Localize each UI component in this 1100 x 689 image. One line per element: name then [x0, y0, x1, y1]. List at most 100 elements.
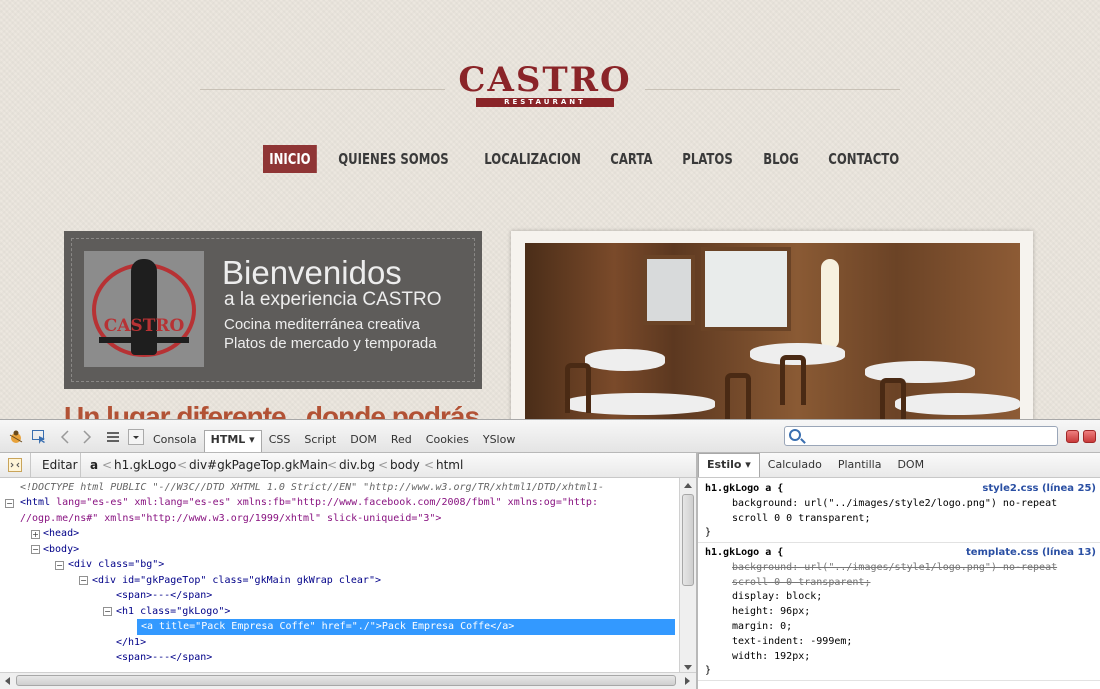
tab-css[interactable]: CSS [262, 430, 298, 452]
site-logo[interactable]: CASTRO RESTAURANT [452, 62, 638, 112]
html-open-line[interactable]: <html lang="es-es" xml:lang="es-es" xmln… [20, 495, 598, 511]
photo-window-right [701, 247, 791, 331]
rule2-prop-height[interactable]: height: 96px; [732, 605, 810, 620]
scroll-right-icon[interactable] [684, 676, 692, 686]
collapse-toggle-div-top[interactable]: − [79, 576, 88, 585]
div-top-line[interactable]: <div id="gkPageTop" class="gkMain gkWrap… [92, 573, 381, 589]
tab-script[interactable]: Script [297, 430, 343, 452]
edit-button[interactable]: Editar [42, 453, 78, 477]
body-tag: <body> [43, 543, 80, 555]
firebug-panel: Consola HTML ▾ CSS Script DOM Red Cookie… [0, 419, 1100, 689]
photo-table-5 [895, 393, 1020, 415]
side-tab-dom[interactable]: DOM [889, 453, 932, 477]
expand-toggle-head[interactable]: + [31, 530, 40, 539]
h1-tag: <h1 class="gkLogo"> [116, 605, 231, 617]
side-tab-calculado[interactable]: Calculado [760, 453, 830, 477]
collapse-toggle-div-bg[interactable]: − [55, 561, 64, 570]
html-horizontal-scrollbar[interactable] [0, 672, 696, 688]
photo-chair-2 [780, 355, 806, 405]
tab-dom[interactable]: DOM [343, 430, 384, 452]
breadcrumb-h1[interactable]: h1.gkLogo [114, 453, 176, 477]
breadcrumb-sep: < [424, 458, 435, 472]
dropdown-arrow-icon[interactable] [128, 429, 144, 445]
h1-close-tag: </h1> [116, 636, 147, 648]
collapse-toggle-h1[interactable]: − [103, 607, 112, 616]
span-line-2[interactable]: <span>---</span> [116, 650, 212, 666]
div-bg-line[interactable]: <div class="bg"> [68, 557, 164, 573]
breadcrumb-div-bg[interactable]: div.bg [339, 453, 375, 477]
rule2-prop-background-overridden[interactable]: background: url("../images/style1/logo.p… [732, 561, 1057, 576]
h1-line[interactable]: <h1 class="gkLogo"> [116, 604, 230, 620]
collapse-toggle-html[interactable]: − [5, 499, 14, 508]
nav-inicio[interactable]: INICIO [263, 145, 317, 173]
panel-menu-icon[interactable] [105, 429, 121, 445]
nav-quienes-somos[interactable]: QUIENES SOMOS [332, 145, 455, 173]
firebug-search-input[interactable] [784, 426, 1058, 446]
breadcrumb-body[interactable]: body [390, 453, 420, 477]
nav-platos[interactable]: PLATOS [676, 145, 739, 173]
a-tag: <a title="Pack Empresa Coffe" href="./">… [141, 621, 515, 632]
nav-contacto[interactable]: CONTACTO [822, 145, 905, 173]
tab-red[interactable]: Red [384, 430, 419, 452]
rule2-source-link[interactable]: template.css (línea 13) [966, 546, 1096, 561]
nav-carta[interactable]: CARTA [604, 145, 659, 173]
rule-divider [698, 680, 1100, 681]
rule1-source-link[interactable]: style2.css (línea 25) [982, 482, 1096, 497]
minimize-icon[interactable] [1066, 430, 1079, 443]
rule2-prop-margin[interactable]: margin: 0; [732, 620, 792, 635]
firebug-bug-icon[interactable] [8, 429, 24, 445]
photo-table-1 [585, 349, 665, 371]
collapse-toggle-body[interactable]: − [31, 545, 40, 554]
vertical-scroll-thumb[interactable] [682, 494, 694, 586]
welcome-logo-image: CASTRO [84, 251, 204, 367]
rule1-prop-1[interactable]: background: url("../images/style2/logo.p… [732, 497, 1057, 512]
photo-floor-lamp [821, 259, 839, 349]
doctype-text: <!DOCTYPE html PUBLIC "-//W3C//DTD XHTML… [20, 482, 604, 493]
tab-html[interactable]: HTML ▾ [203, 430, 262, 452]
scroll-down-icon[interactable] [683, 664, 693, 672]
close-icon[interactable] [1083, 430, 1096, 443]
span-line-1[interactable]: <span>---</span> [116, 588, 212, 604]
horizontal-scroll-thumb[interactable] [16, 675, 676, 686]
tab-consola[interactable]: Consola [146, 430, 204, 452]
html-open-line-wrap: //ogp.me/ns#" xmlns="http://www.w3.org/1… [20, 511, 441, 527]
chevron-down-icon: ▾ [745, 458, 751, 471]
head-line[interactable]: <head> [43, 526, 79, 542]
rule2-prop-width[interactable]: width: 192px; [732, 650, 810, 665]
nav-localizacion[interactable]: LOCALIZACION [478, 145, 587, 173]
edit-toggle-icon[interactable] [8, 458, 22, 472]
html-vertical-scrollbar[interactable] [679, 478, 696, 678]
scroll-up-icon[interactable] [683, 481, 693, 489]
rule2-selector[interactable]: h1.gkLogo a { [705, 546, 783, 561]
style-rules-panel: h1.gkLogo a { style2.css (línea 25) back… [698, 478, 1100, 689]
firebug-tabs: Consola HTML ▾ CSS Script DOM Red Cookie… [146, 430, 522, 452]
breadcrumb-html[interactable]: html [436, 453, 463, 477]
doctype-line[interactable]: <!DOCTYPE html PUBLIC "-//W3C//DTD XHTML… [20, 480, 604, 496]
slogan-heading: Un lugar diferente , donde podrás [64, 401, 480, 419]
rule2-prop-background-cont: scroll 0 0 transparent; [732, 576, 871, 588]
photo-window-left [643, 255, 695, 325]
rule2-prop-text-indent[interactable]: text-indent: -999em; [732, 635, 852, 650]
forward-arrow-icon[interactable] [79, 429, 95, 445]
tab-cookies[interactable]: Cookies [419, 430, 476, 452]
breadcrumb-a[interactable]: a [90, 453, 98, 477]
side-tab-estilo-label: Estilo [707, 458, 742, 471]
back-arrow-icon[interactable] [57, 429, 73, 445]
selected-a-line[interactable]: <a title="Pack Empresa Coffe" href="./">… [137, 619, 675, 635]
breadcrumb-sep: < [177, 458, 188, 472]
inspect-icon[interactable] [31, 429, 47, 445]
body-line[interactable]: <body> [43, 542, 79, 558]
rule1-selector[interactable]: h1.gkLogo a { [705, 482, 783, 497]
rule2-prop-display[interactable]: display: block; [732, 590, 822, 605]
html-tree-panel: <!DOCTYPE html PUBLIC "-//W3C//DTD XHTML… [0, 478, 679, 678]
side-tab-estilo[interactable]: Estilo ▾ [698, 453, 760, 477]
logo-text: CASTRO [458, 60, 632, 100]
tab-yslow[interactable]: YSlow [476, 430, 522, 452]
scroll-left-icon[interactable] [3, 676, 11, 686]
side-tab-plantilla[interactable]: Plantilla [830, 453, 890, 477]
breadcrumb-div-top[interactable]: div#gkPageTop.gkMain [189, 453, 328, 477]
main-nav: INICIO QUIENES SOMOS LOCALIZACION CARTA … [263, 145, 937, 173]
div-top-tag: <div id="gkPageTop" class="gkMain gkWrap… [92, 574, 381, 586]
nav-blog[interactable]: BLOG [757, 145, 805, 173]
h1-close-line[interactable]: </h1> [116, 635, 146, 651]
